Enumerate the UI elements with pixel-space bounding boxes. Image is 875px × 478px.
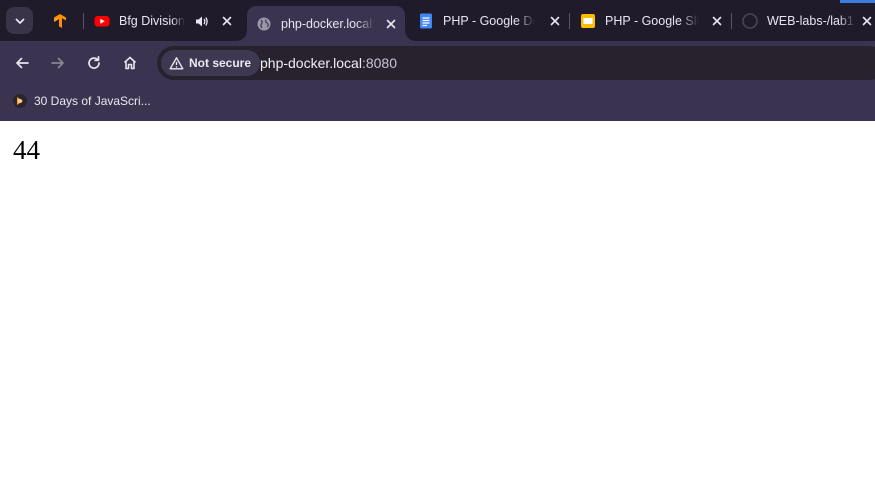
tab-google-docs[interactable]: PHP - Google Docs — [418, 6, 563, 36]
google-docs-icon — [418, 13, 434, 29]
warning-icon — [169, 56, 184, 71]
reload-button[interactable] — [81, 50, 107, 76]
security-chip[interactable]: Not secure — [161, 50, 261, 76]
tensorflow-icon — [52, 13, 68, 29]
globe-icon — [256, 16, 272, 32]
close-icon[interactable] — [547, 13, 563, 29]
page-output-text: 44 — [13, 135, 40, 165]
tab-title: PHP - Google Slides — [605, 14, 699, 28]
tab-separator — [731, 13, 732, 29]
close-icon[interactable] — [219, 13, 235, 29]
tab-active-php-docker[interactable]: php-docker.local:8080 — [237, 6, 415, 41]
arrow-right-icon — [51, 57, 64, 69]
security-chip-label: Not secure — [189, 56, 252, 70]
browser-toolbar: Not secure php-docker.local:8080 — [0, 41, 875, 85]
url-host: php-docker.local — [260, 55, 362, 71]
bookmark-item[interactable]: 30 Days of JavaScri... — [12, 93, 151, 109]
tab-google-slides[interactable]: PHP - Google Slides — [580, 6, 725, 36]
page-viewport: 44 — [0, 121, 875, 478]
google-slides-icon — [580, 13, 596, 29]
arrow-left-icon — [16, 57, 29, 69]
tab-title: Bfg Division - — [119, 14, 185, 28]
tab-title: PHP - Google Docs — [443, 14, 535, 28]
chevron-down-icon — [15, 18, 24, 24]
bookmarks-bar: 30 Days of JavaScri... — [0, 85, 875, 121]
tab-separator — [569, 13, 570, 29]
url-port: :8080 — [361, 55, 397, 71]
tab-github[interactable]: WEB-labs-/lab1 a — [742, 6, 875, 36]
back-button[interactable] — [9, 50, 35, 76]
close-icon[interactable] — [709, 13, 725, 29]
address-bar[interactable]: Not secure php-docker.local:8080 — [157, 46, 875, 80]
url-text[interactable]: php-docker.local:8080 — [260, 55, 397, 71]
tab-pinned-tensorflow[interactable] — [52, 6, 72, 36]
tab-youtube[interactable]: Bfg Division - — [94, 6, 239, 36]
tab-title: WEB-labs-/lab1 a — [767, 14, 856, 28]
bookmark-label: 30 Days of JavaScri... — [34, 94, 151, 108]
home-icon — [123, 56, 137, 70]
youtube-icon — [94, 13, 110, 29]
window-accent — [840, 0, 875, 3]
tab-separator — [83, 13, 84, 29]
tab-strip: Bfg Division - php-docker.local:8080 PHP… — [0, 0, 875, 41]
github-icon — [742, 13, 758, 29]
bookmark-site-icon — [12, 93, 28, 109]
close-icon[interactable] — [860, 13, 875, 29]
home-button[interactable] — [117, 50, 143, 76]
tab-title: php-docker.local:8080 — [281, 16, 375, 31]
tab-search-button[interactable] — [6, 7, 33, 34]
close-icon[interactable] — [383, 16, 399, 32]
speaker-icon[interactable] — [193, 13, 209, 29]
reload-icon — [88, 55, 100, 69]
forward-button[interactable] — [45, 50, 71, 76]
